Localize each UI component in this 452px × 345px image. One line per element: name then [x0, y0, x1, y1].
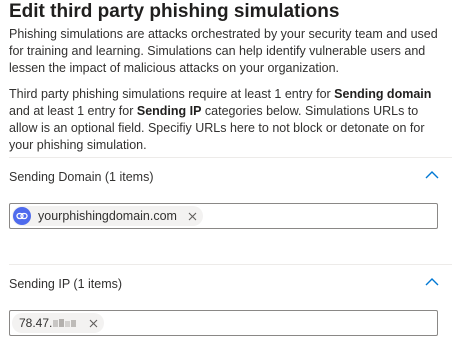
link-icon: [13, 207, 31, 225]
redacted-mask: [53, 319, 77, 327]
sending-ip-entry: 78.47.: [12, 313, 105, 333]
section-divider: [9, 157, 452, 158]
chevron-up-icon[interactable]: [424, 169, 440, 181]
requirement-text: Third party phishing simulations require…: [9, 86, 446, 154]
page-description: Phishing simulations are attacks orchest…: [9, 27, 438, 75]
sending-ip-picker[interactable]: 78.47.: [9, 310, 438, 336]
sending-ip-header[interactable]: Sending IP (1 items): [9, 277, 122, 291]
sending-domain-picker[interactable]: yourphishingdomain.com: [9, 203, 438, 229]
close-icon[interactable]: [188, 212, 197, 221]
requirement-text-bold-domain: Sending domain: [334, 87, 432, 101]
sending-domain-header[interactable]: Sending Domain (1 items): [9, 170, 154, 184]
page-title: Edit third party phishing simulations: [9, 1, 340, 22]
close-icon[interactable]: [89, 319, 98, 328]
section-divider: [9, 264, 452, 265]
requirement-text-part2: and at least 1 entry for: [9, 104, 137, 118]
sending-domain-value: yourphishingdomain.com: [38, 209, 177, 223]
chevron-up-icon[interactable]: [424, 276, 440, 288]
requirement-text-part1: Third party phishing simulations require…: [9, 87, 335, 101]
requirement-text-bold-ip: Sending IP: [136, 104, 202, 118]
sending-ip-value: 78.47.: [19, 316, 53, 330]
sending-domain-entry: yourphishingdomain.com: [12, 206, 203, 226]
